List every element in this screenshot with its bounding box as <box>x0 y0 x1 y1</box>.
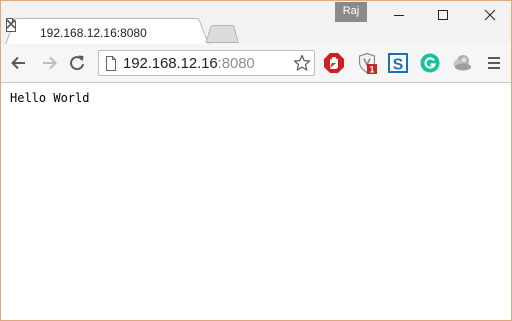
grammarly-icon[interactable] <box>419 52 441 74</box>
minimize-icon[interactable] <box>387 5 411 23</box>
close-window-icon[interactable] <box>478 5 502 23</box>
shield-badge-count: 1 <box>369 65 374 75</box>
s-logo-icon[interactable]: S <box>387 52 409 74</box>
address-bar[interactable]: 192.168.12.16:8080 <box>98 50 315 76</box>
page-body-text: Hello World <box>10 91 90 105</box>
title-bar: 192.168.12.16:8080 Raj <box>1 1 511 45</box>
forward-arrow-icon[interactable] <box>39 53 59 73</box>
reload-icon[interactable] <box>67 53 87 73</box>
url-text: 192.168.12.16:8080 <box>123 55 255 72</box>
page-icon <box>106 56 116 71</box>
url-port: :8080 <box>217 55 255 72</box>
cloud-icon[interactable] <box>451 52 473 74</box>
star-icon[interactable] <box>293 54 311 72</box>
stop-sign-icon[interactable] <box>323 52 345 74</box>
close-icon[interactable] <box>5 18 17 30</box>
back-arrow-icon[interactable] <box>9 53 29 73</box>
tab-active[interactable]: 192.168.12.16:8080 <box>5 18 209 45</box>
page-content: Hello World <box>1 83 511 320</box>
profile-badge[interactable]: Raj <box>335 2 367 22</box>
toolbar: 192.168.12.16:8080 1 S <box>1 44 511 83</box>
url-host: 192.168.12.16 <box>123 55 218 72</box>
menu-icon[interactable] <box>485 53 503 73</box>
tab-title: 192.168.12.16:8080 <box>40 26 147 40</box>
browser-window: 192.168.12.16:8080 Raj 192.168.12.16:808… <box>0 0 512 321</box>
maximize-icon[interactable] <box>431 5 455 23</box>
s-logo-letter: S <box>393 57 404 74</box>
new-tab-button[interactable] <box>205 25 239 43</box>
shield-icon[interactable]: 1 <box>356 52 378 74</box>
